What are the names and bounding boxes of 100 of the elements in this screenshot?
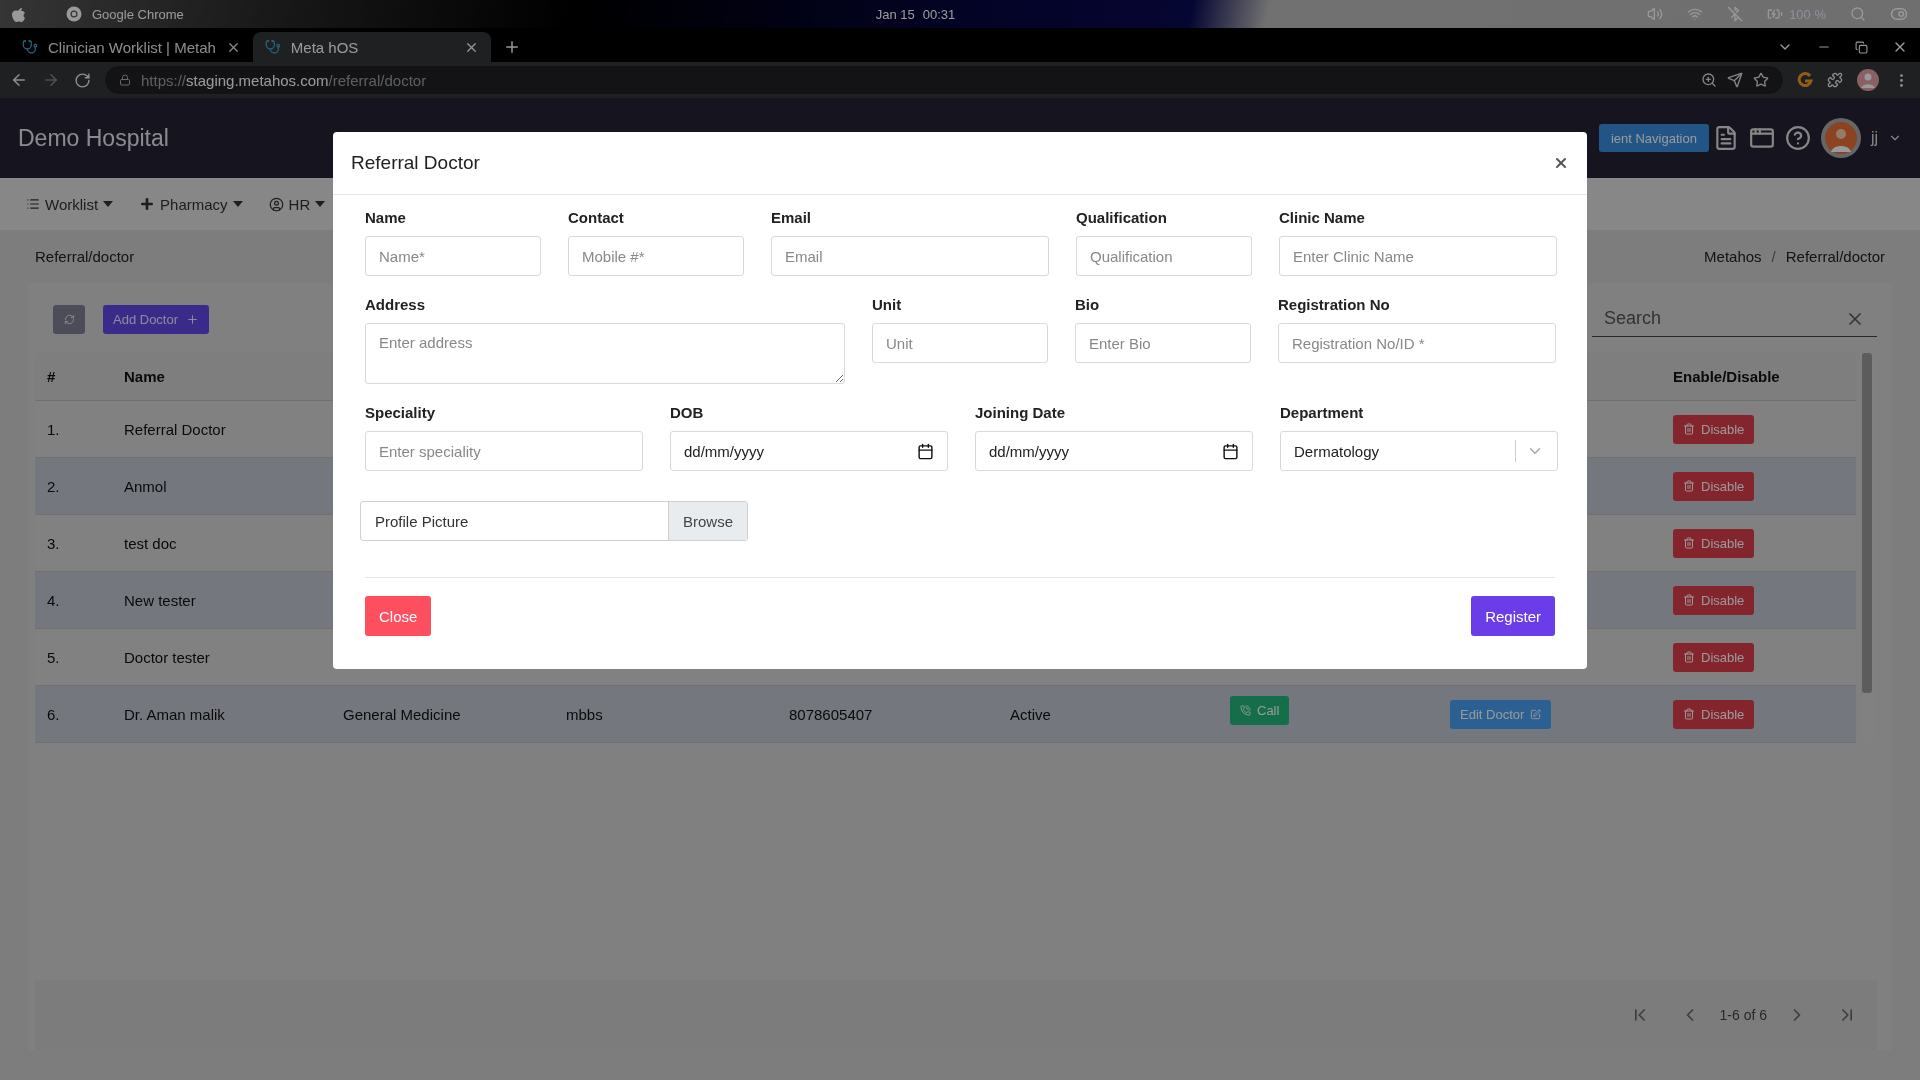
breadcrumb-item[interactable]: Metahos bbox=[1704, 248, 1762, 265]
disable-button[interactable]: Disable bbox=[1673, 471, 1755, 501]
column-header: # bbox=[46, 368, 57, 385]
reload-icon[interactable] bbox=[74, 71, 91, 89]
stethoscope-icon bbox=[264, 39, 281, 55]
restore-icon[interactable] bbox=[1855, 40, 1868, 54]
window-icon[interactable] bbox=[1748, 125, 1775, 151]
table-cell-text: 8078605407 bbox=[788, 705, 874, 723]
browse-button[interactable]: Browse bbox=[667, 502, 747, 540]
disable-button[interactable]: Disable bbox=[1673, 414, 1755, 444]
table-cell-text: mbbs bbox=[565, 705, 604, 723]
browser-tab[interactable]: Meta hOS bbox=[252, 32, 491, 62]
date-text: Jan 15 bbox=[875, 6, 915, 22]
table-cell-text: Active bbox=[1009, 705, 1052, 723]
text-field[interactable]: Email bbox=[771, 236, 1049, 276]
back-icon[interactable] bbox=[10, 71, 28, 89]
date-field[interactable]: dd/mm/yyyy bbox=[670, 431, 948, 471]
search-field[interactable]: Search bbox=[1592, 301, 1877, 337]
profile-avatar[interactable] bbox=[1857, 69, 1879, 91]
refresh-icon bbox=[63, 313, 75, 325]
phone-icon bbox=[1240, 705, 1251, 716]
disable-button[interactable]: Disable bbox=[1673, 642, 1755, 672]
table-cell-text: Anmol bbox=[123, 477, 168, 495]
field-label: Unit bbox=[872, 296, 903, 313]
address-bar[interactable]: https://staging.metahos.com/referral/doctor bbox=[105, 66, 1783, 94]
close-button[interactable]: Close bbox=[365, 596, 432, 636]
table-cell-text: Dr. Aman malik bbox=[123, 705, 226, 723]
table-cell-text: 6. bbox=[46, 705, 61, 723]
text-field[interactable]: Enter speciality bbox=[365, 431, 643, 471]
scrollbar-thumb[interactable] bbox=[1862, 353, 1872, 693]
column-header: Enable/Disable bbox=[1672, 368, 1781, 385]
puzzle-icon[interactable] bbox=[1827, 72, 1843, 88]
field-label: Qualification bbox=[1076, 209, 1168, 226]
column-header: Name bbox=[123, 368, 166, 385]
field-label: Bio bbox=[1075, 296, 1101, 313]
address-field[interactable]: Enter address bbox=[365, 323, 845, 384]
nav-item[interactable]: HR bbox=[288, 195, 311, 213]
plus-icon bbox=[139, 196, 156, 212]
field-label: Contact bbox=[568, 209, 625, 226]
select-field[interactable]: Dermatology bbox=[1280, 431, 1558, 471]
table-cell-text: New tester bbox=[123, 591, 197, 609]
hospital-title: Demo Hospital bbox=[18, 124, 170, 152]
field-label: DOB bbox=[670, 404, 705, 421]
close-icon[interactable] bbox=[1553, 155, 1569, 171]
date-field[interactable]: dd/mm/yyyy bbox=[975, 431, 1253, 471]
text-field[interactable]: Name* bbox=[365, 236, 541, 276]
add-doctor-button[interactable]: Add Doctor bbox=[103, 304, 210, 334]
toggle-icon[interactable] bbox=[1890, 5, 1908, 23]
table-cell-text: 1. bbox=[46, 420, 61, 438]
disable-button[interactable]: Disable bbox=[1673, 528, 1755, 558]
field-label: Joining Date bbox=[975, 404, 1066, 421]
list-icon bbox=[26, 197, 40, 211]
text-field[interactable]: Enter Bio bbox=[1075, 323, 1251, 363]
trash-icon bbox=[1683, 594, 1695, 606]
text-field[interactable]: Enter Clinic Name bbox=[1279, 236, 1557, 276]
page-range: 1-6 of 6 bbox=[1719, 1007, 1767, 1023]
calendar-icon bbox=[917, 442, 934, 460]
table-cell-text: 3. bbox=[46, 534, 61, 552]
register-button[interactable]: Register bbox=[1471, 596, 1555, 636]
file-field[interactable]: Profile Picture Browse bbox=[360, 501, 748, 541]
dialog-title: Referral Doctor bbox=[351, 152, 480, 174]
breadcrumb-separator: / bbox=[1771, 248, 1776, 265]
stethoscope-icon bbox=[22, 39, 38, 55]
trash-icon bbox=[1683, 708, 1695, 720]
help-icon[interactable] bbox=[1784, 125, 1811, 151]
caret-icon bbox=[232, 201, 243, 207]
caret-icon bbox=[103, 201, 114, 207]
table-cell-text: 4. bbox=[46, 591, 61, 609]
disable-button[interactable]: Disable bbox=[1673, 699, 1755, 729]
time-text: 00:31 bbox=[922, 6, 956, 22]
zoom-icon[interactable] bbox=[1701, 72, 1717, 88]
navigation-button[interactable]: ient Navigation bbox=[1598, 124, 1709, 152]
edit-icon bbox=[1530, 708, 1542, 720]
field-label: Name bbox=[365, 209, 407, 226]
text-field[interactable]: Unit bbox=[872, 323, 1048, 363]
apple-icon bbox=[12, 6, 26, 22]
url-text: https://staging.metahos.com/referral/doctor bbox=[141, 71, 427, 89]
plus-icon bbox=[186, 312, 200, 326]
text-field[interactable]: Registration No/ID * bbox=[1278, 323, 1556, 363]
extension-icon[interactable] bbox=[1797, 72, 1813, 88]
user-icon bbox=[268, 196, 284, 212]
edit-doctor-button[interactable]: Edit Doctor bbox=[1450, 699, 1552, 729]
breadcrumb-item: Referral/doctor bbox=[1785, 248, 1885, 265]
nav-item[interactable]: Pharmacy bbox=[160, 195, 228, 213]
nav-item[interactable]: Worklist bbox=[45, 195, 99, 213]
user-avatar[interactable] bbox=[1820, 118, 1861, 158]
trash-icon bbox=[1683, 423, 1695, 435]
browser-tab[interactable]: Clinician Worklist | Metah bbox=[10, 32, 253, 62]
send-icon[interactable] bbox=[1727, 72, 1743, 88]
browser-logo-icon bbox=[66, 6, 82, 22]
disable-button[interactable]: Disable bbox=[1673, 585, 1755, 615]
text-field[interactable]: Mobile #* bbox=[568, 236, 744, 276]
app-name: Google Chrome bbox=[92, 6, 184, 22]
text-field[interactable]: Qualification bbox=[1076, 236, 1252, 276]
star-icon[interactable] bbox=[1753, 72, 1769, 88]
page-title: Referral/doctor bbox=[35, 248, 135, 265]
user-name: jj bbox=[1870, 129, 1878, 147]
field-label: Email bbox=[771, 209, 813, 226]
trash-icon bbox=[1683, 651, 1695, 663]
field-label: Speciality bbox=[365, 404, 437, 421]
